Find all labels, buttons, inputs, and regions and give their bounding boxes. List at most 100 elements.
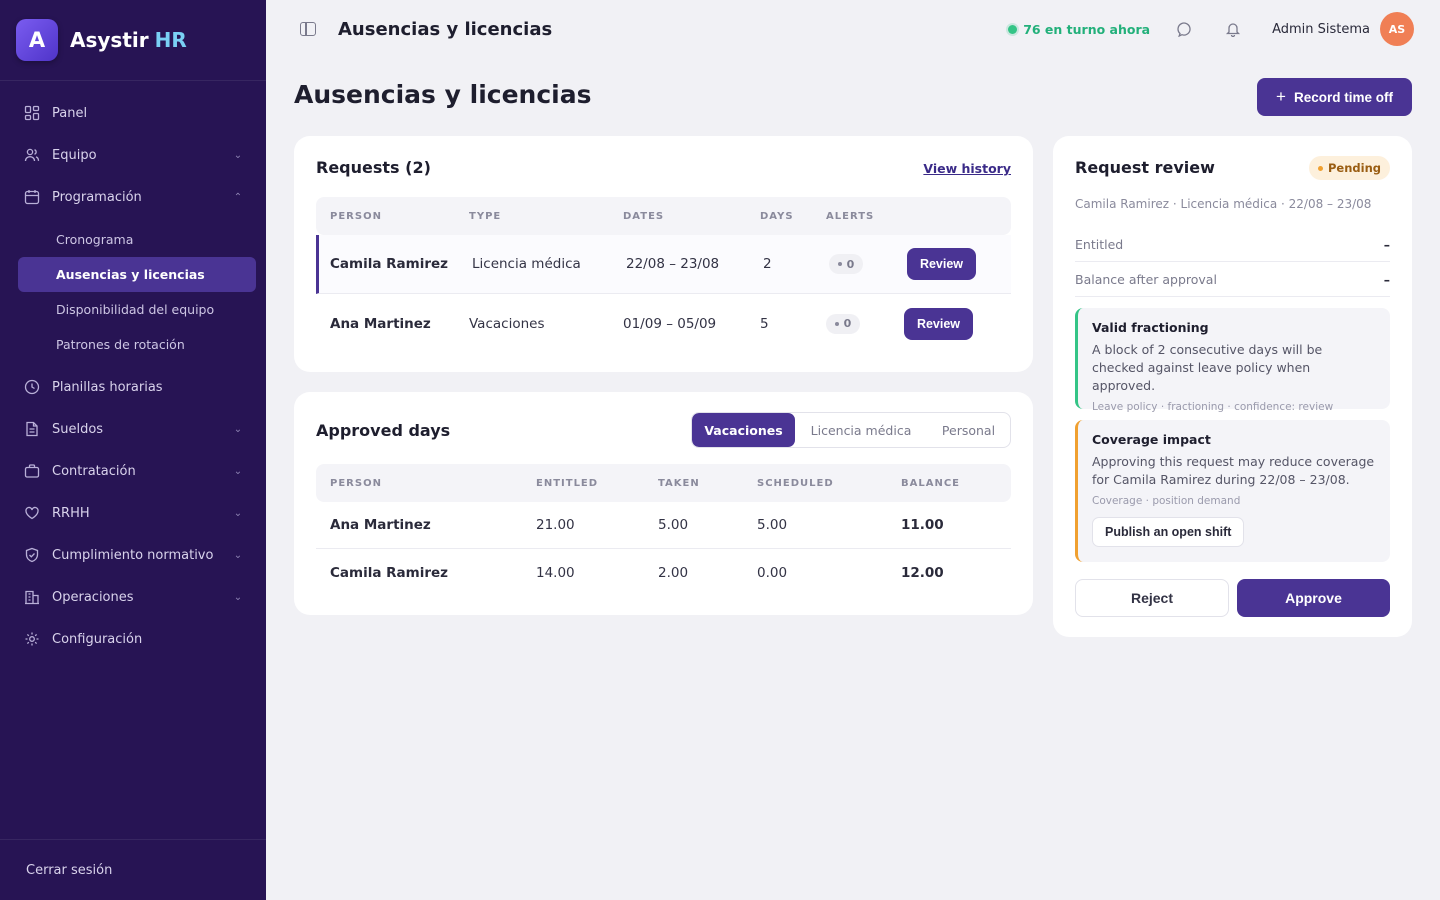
status-badge: Pending bbox=[1308, 156, 1390, 180]
tab-licencia-medica[interactable]: Licencia médica bbox=[795, 413, 927, 447]
approved-balance: 11.00 bbox=[901, 517, 944, 533]
request-review-panel: Request review Pending Camila Ramirez · … bbox=[1053, 136, 1412, 637]
requests-title: Requests (2) bbox=[316, 158, 431, 177]
column-header: PERSON bbox=[330, 477, 382, 489]
column-header: DAYS bbox=[760, 210, 794, 222]
approved-scheduled: 0.00 bbox=[757, 564, 788, 581]
bell-icon[interactable] bbox=[1224, 20, 1242, 38]
alerts-count: 0 bbox=[843, 317, 852, 330]
record-time-off-button[interactable]: + Record time off bbox=[1257, 78, 1412, 116]
balance-value: – bbox=[1383, 271, 1390, 287]
sidebar-subitem-ausencias[interactable]: Ausencias y licencias bbox=[18, 257, 256, 292]
sidebar-subitem-cronograma[interactable]: Cronograma bbox=[18, 222, 256, 257]
note-title: Valid fractioning bbox=[1092, 320, 1209, 335]
sidebar-subitem-patrones[interactable]: Patrones de rotación bbox=[18, 327, 256, 362]
balance-label: Balance after approval bbox=[1075, 271, 1217, 287]
column-header: SCHEDULED bbox=[757, 477, 834, 489]
sidebar-item-planillas[interactable]: Planillas horarias bbox=[0, 366, 266, 408]
topbar: Ausencias y licencias 76 en turno ahora … bbox=[266, 0, 1440, 58]
requests-card: Requests (2) View history PERSON TYPE DA… bbox=[294, 136, 1033, 372]
sidebar-item-label: Planillas horarias bbox=[52, 379, 163, 395]
sidebar-item-panel[interactable]: Panel bbox=[0, 92, 266, 134]
request-days: 2 bbox=[763, 256, 772, 272]
clock-icon bbox=[24, 379, 40, 395]
user-name[interactable]: Admin Sistema bbox=[1272, 22, 1370, 37]
sidebar-item-rrhh[interactable]: RRHH ⌄ bbox=[0, 492, 266, 534]
entitled-value: – bbox=[1383, 236, 1390, 252]
sidebar-item-programacion[interactable]: Programación ⌃ bbox=[0, 176, 266, 218]
note-body: A block of 2 consecutive days will be ch… bbox=[1092, 342, 1323, 393]
shift-status-text: 76 en turno ahora bbox=[1023, 21, 1151, 37]
sidebar-item-configuracion[interactable]: Configuración bbox=[0, 618, 266, 660]
sidebar-item-operaciones[interactable]: Operaciones ⌄ bbox=[0, 576, 266, 618]
document-icon bbox=[24, 421, 40, 437]
review-button[interactable]: Review bbox=[904, 307, 973, 340]
sidebar-item-sueldos[interactable]: Sueldos ⌄ bbox=[0, 408, 266, 450]
review-button[interactable]: Review bbox=[907, 248, 976, 280]
logout-button[interactable]: Cerrar sesión bbox=[0, 839, 266, 900]
leave-type-tabs: Vacaciones Licencia médica Personal bbox=[691, 412, 1011, 448]
sidebar-item-label: Programación bbox=[52, 189, 142, 205]
tab-vacaciones[interactable]: Vacaciones bbox=[692, 413, 795, 447]
sidebar-toggle-icon[interactable] bbox=[300, 22, 316, 36]
record-time-off-label: Record time off bbox=[1293, 89, 1393, 105]
building-icon bbox=[24, 589, 40, 605]
request-dates: 01/09 – 05/09 bbox=[623, 315, 717, 332]
chevron-down-icon: ⌄ bbox=[233, 465, 243, 477]
note-title: Coverage impact bbox=[1092, 432, 1211, 447]
table-row[interactable]: Ana Martinez Vacaciones 01/09 – 05/09 5 … bbox=[316, 294, 1011, 353]
request-person: Ana Martinez bbox=[330, 315, 431, 332]
balance-row: Balance after approval – bbox=[1075, 262, 1390, 297]
sidebar-item-label: Equipo bbox=[52, 147, 97, 163]
brand-name: Asystir HR bbox=[70, 28, 187, 52]
column-header: BALANCE bbox=[901, 477, 961, 489]
topbar-title: Ausencias y licencias bbox=[338, 18, 553, 40]
sidebar-item-label: Operaciones bbox=[52, 589, 134, 605]
approved-days-card: Approved days Vacaciones Licencia médica… bbox=[294, 392, 1033, 615]
approve-button[interactable]: Approve bbox=[1237, 579, 1390, 617]
chevron-down-icon: ⌄ bbox=[233, 549, 243, 561]
approved-balance: 12.00 bbox=[901, 564, 944, 581]
approved-taken: 2.00 bbox=[658, 564, 689, 581]
approved-table-header: PERSON ENTITLED TAKEN SCHEDULED BALANCE bbox=[316, 464, 1011, 502]
table-row: Camila Ramirez 14.00 2.00 0.00 12.00 bbox=[316, 549, 1011, 596]
shield-icon bbox=[24, 547, 40, 563]
column-header: PERSON bbox=[330, 210, 382, 222]
column-header: ENTITLED bbox=[536, 477, 599, 489]
publish-open-shift-button[interactable]: Publish an open shift bbox=[1092, 517, 1245, 547]
calendar-icon bbox=[24, 189, 40, 205]
shift-status[interactable]: 76 en turno ahora bbox=[1008, 22, 1150, 37]
table-row[interactable]: Camila Ramirez Licencia médica 22/08 – 2… bbox=[316, 235, 1011, 294]
avatar[interactable]: AS bbox=[1380, 12, 1414, 46]
sidebar-item-contratacion[interactable]: Contratación ⌄ bbox=[0, 450, 266, 492]
reject-button[interactable]: Reject bbox=[1075, 579, 1229, 617]
note-body: Approving this request may reduce covera… bbox=[1092, 454, 1375, 487]
tab-personal[interactable]: Personal bbox=[927, 413, 1010, 447]
validation-note: Valid fractioning A block of 2 consecuti… bbox=[1075, 308, 1390, 413]
approved-person: Ana Martinez bbox=[330, 517, 431, 533]
heart-icon bbox=[24, 505, 40, 521]
sidebar-subitem-disponibilidad[interactable]: Disponibilidad del equipo bbox=[18, 292, 256, 327]
entitled-row: Entitled – bbox=[1075, 227, 1390, 262]
sidebar-item-label: Configuración bbox=[52, 631, 143, 647]
note-meta: Coverage · position demand bbox=[1092, 495, 1241, 507]
note-meta: Leave policy · fractioning · confidence:… bbox=[1092, 401, 1334, 413]
status-text: Pending bbox=[1327, 161, 1381, 175]
review-title: Request review bbox=[1075, 158, 1215, 177]
sidebar-subnav: Cronograma Ausencias y licencias Disponi… bbox=[0, 218, 266, 366]
alerts-badge: 0 bbox=[829, 254, 863, 274]
page-title: Ausencias y licencias bbox=[294, 80, 592, 109]
request-person: Camila Ramirez bbox=[330, 256, 449, 272]
sidebar: A Asystir HR Panel Equipo ⌄ Programación … bbox=[0, 0, 266, 900]
dashboard-icon bbox=[24, 105, 40, 121]
chat-icon[interactable] bbox=[1176, 20, 1194, 38]
alerts-cell: 0 bbox=[826, 313, 904, 334]
approved-title: Approved days bbox=[316, 421, 451, 440]
sidebar-item-equipo[interactable]: Equipo ⌄ bbox=[0, 134, 266, 176]
chevron-up-icon: ⌃ bbox=[233, 191, 243, 203]
view-history-link[interactable]: View history bbox=[923, 161, 1011, 176]
column-header: TYPE bbox=[469, 210, 502, 222]
sidebar-item-label: RRHH bbox=[52, 505, 90, 521]
request-days: 5 bbox=[760, 315, 769, 332]
sidebar-item-cumplimiento[interactable]: Cumplimiento normativo ⌄ bbox=[0, 534, 266, 576]
